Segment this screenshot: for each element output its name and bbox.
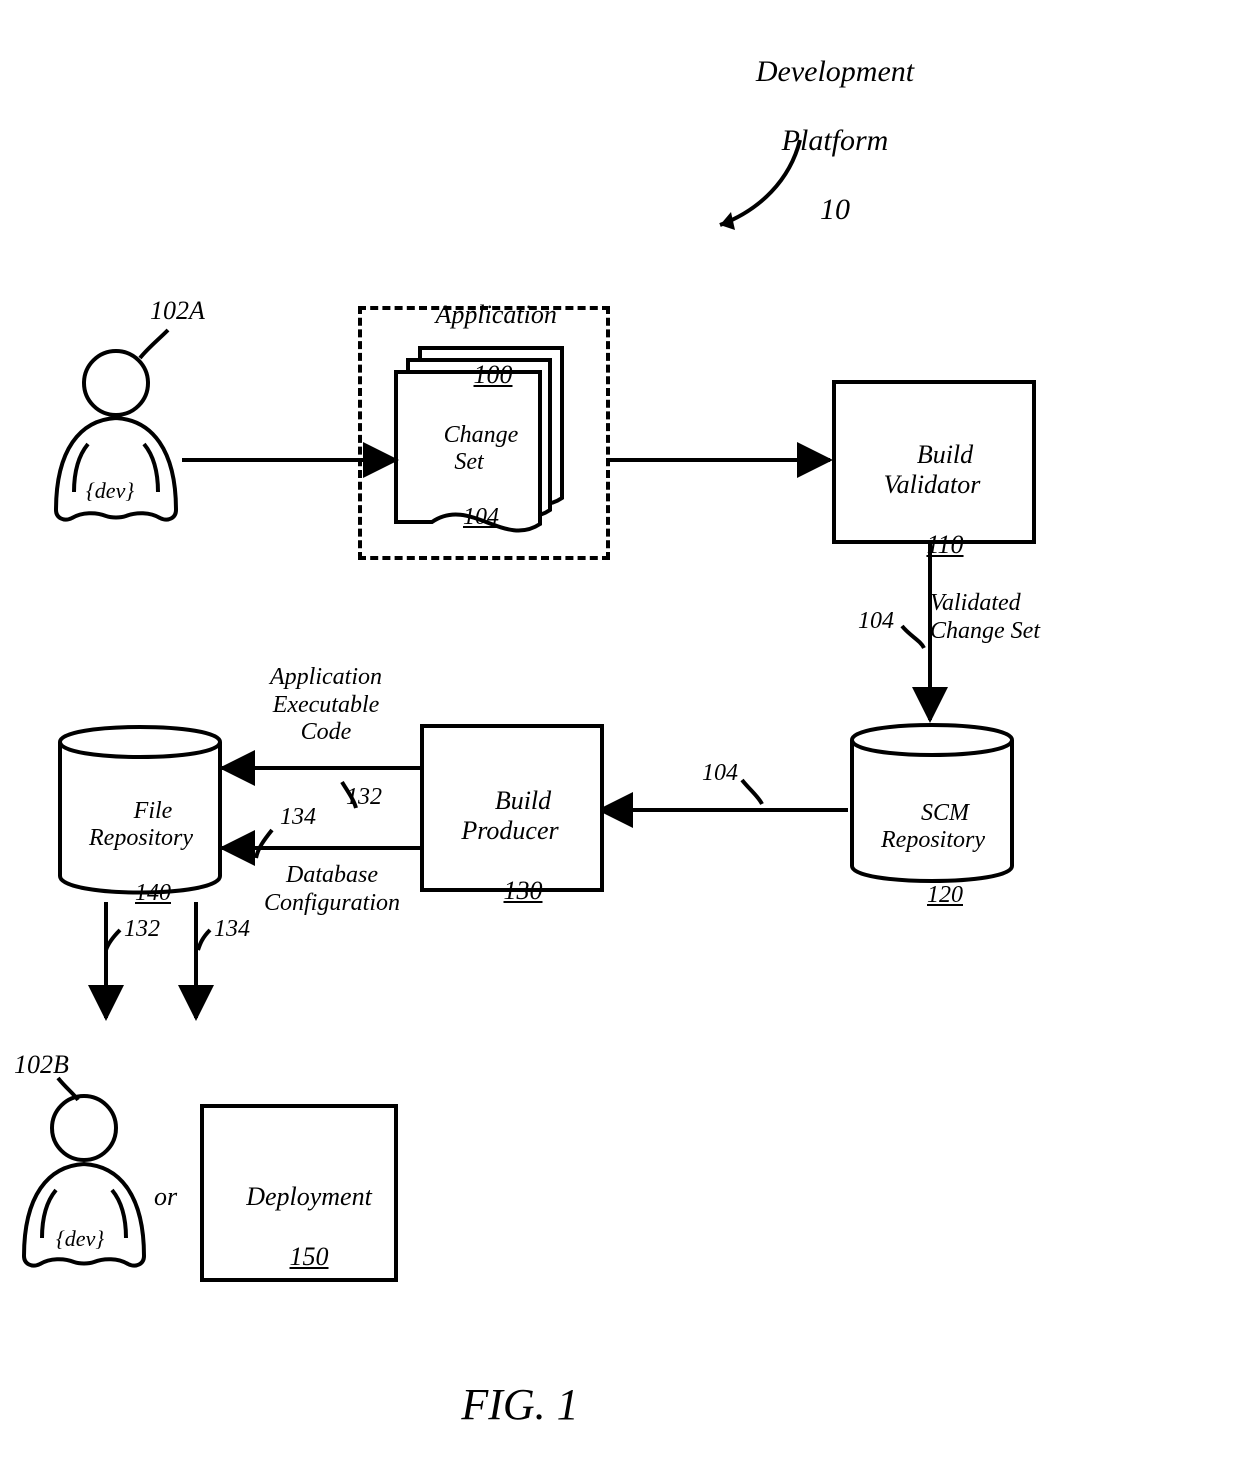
validated-label: Validated Change Set xyxy=(930,590,1110,645)
build-validator-label: Build Validator xyxy=(884,440,981,499)
build-validator-ref: 110 xyxy=(926,530,963,559)
diagram-svg xyxy=(0,0,1240,1470)
dev-b-ref: 102B xyxy=(14,1050,69,1080)
dev-a-ref: 102A xyxy=(150,296,205,326)
application-title: Application xyxy=(436,300,557,329)
deployment-label: Deployment xyxy=(246,1182,372,1211)
down-right-ref: 134 xyxy=(214,916,250,944)
dev-a-label: {dev} xyxy=(86,478,134,503)
dev-b-label: {dev} xyxy=(56,1226,104,1251)
application-ref: 100 xyxy=(474,360,513,389)
file-repo-label: File Repository xyxy=(89,798,193,852)
down-left-ref: 132 xyxy=(124,916,160,944)
code-out-ref: 132 xyxy=(346,784,382,812)
code-out-label: Application Executable Code xyxy=(246,664,406,747)
db-out-ref: 134 xyxy=(280,804,316,832)
changeset-label: Change Set xyxy=(444,422,519,476)
or-text: or xyxy=(154,1182,177,1212)
build-producer-ref: 130 xyxy=(504,876,543,905)
figure-caption: FIG. 1 xyxy=(0,1380,1040,1431)
arrow-104-ref: 104 xyxy=(702,760,738,788)
db-out-label: Database Configuration xyxy=(242,862,422,917)
changeset-ref: 104 xyxy=(463,504,499,530)
build-producer-label: Build Producer xyxy=(461,786,558,845)
file-repo-ref: 140 xyxy=(135,880,171,906)
scm-ref: 120 xyxy=(927,882,963,908)
scm-label: SCM Repository xyxy=(881,800,985,854)
validated-ref: 104 xyxy=(858,608,894,636)
deployment-ref: 150 xyxy=(290,1242,329,1271)
